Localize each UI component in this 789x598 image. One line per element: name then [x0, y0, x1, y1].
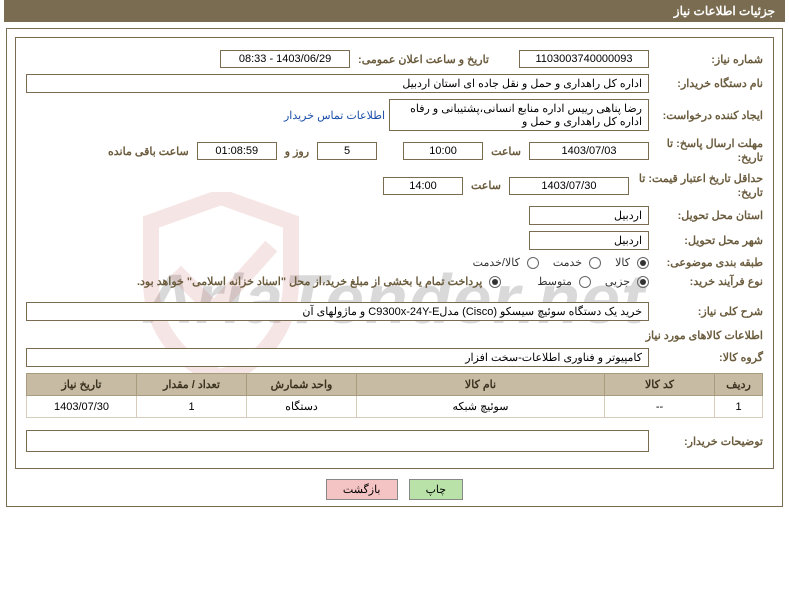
- section-items-info: اطلاعات کالاهای مورد نیاز: [26, 329, 763, 342]
- td-name: سوئیچ شبکه: [357, 396, 605, 418]
- label-buy-type: نوع فرآیند خرید:: [653, 275, 763, 288]
- radio-both[interactable]: [527, 257, 539, 269]
- th-need-date: تاریخ نیاز: [27, 374, 137, 396]
- field-city: اردبیل: [529, 231, 649, 250]
- field-province: اردبیل: [529, 206, 649, 225]
- label-time-1: ساعت: [487, 145, 525, 158]
- label-deadline-l1: مهلت ارسال پاسخ: تا: [659, 137, 763, 151]
- radio-label-medium: متوسط: [527, 275, 572, 288]
- field-desc: خرید یک دستگاه سوئیچ سیسکو (Cisco) مدلC9…: [26, 302, 649, 321]
- radio-label-service: خدمت: [543, 256, 582, 269]
- td-code: --: [605, 396, 715, 418]
- td-row: 1: [715, 396, 763, 418]
- field-remain-time: 01:08:59: [197, 142, 277, 160]
- radio-goods[interactable]: [637, 257, 649, 269]
- back-button[interactable]: بازگشت: [326, 479, 398, 500]
- link-buyer-contact[interactable]: اطلاعات تماس خریدار: [284, 109, 385, 122]
- radio-partial[interactable]: [637, 276, 649, 288]
- row-buyer-name: نام دستگاه خریدار: اداره کل راهداری و حم…: [26, 74, 763, 93]
- radio-medium[interactable]: [579, 276, 591, 288]
- row-need-no: شماره نیاز: 1103003740000093 تاریخ و ساع…: [26, 50, 763, 68]
- label-need-no: شماره نیاز:: [653, 53, 763, 66]
- label-desc: شرح کلی نیاز:: [653, 305, 763, 318]
- label-deadline-l2: تاریخ:: [659, 151, 763, 165]
- label-requester: ایجاد کننده درخواست:: [653, 109, 763, 122]
- radio-label-goods: کالا: [605, 256, 630, 269]
- label-validity: حداقل تاریخ اعتبار قیمت: تا تاریخ:: [633, 172, 763, 201]
- label-province: استان محل تحویل:: [653, 209, 763, 222]
- td-unit: دستگاه: [247, 396, 357, 418]
- checkbox-payment[interactable]: [489, 276, 501, 288]
- outer-border: شماره نیاز: 1103003740000093 تاریخ و ساع…: [6, 28, 783, 507]
- row-category: طبقه بندی موضوعی: کالا خدمت کالا/خدمت: [26, 256, 763, 269]
- label-buyer-notes: توضیحات خریدار:: [653, 435, 763, 448]
- radio-group-category: کالا خدمت کالا/خدمت: [463, 256, 649, 269]
- field-buyer-name: اداره کل راهداری و حمل و نقل جاده ای است…: [26, 74, 649, 93]
- row-buyer-notes: توضیحات خریدار:: [26, 430, 763, 452]
- th-name: نام کالا: [357, 374, 605, 396]
- row-buy-type: نوع فرآیند خرید: جزیی متوسط پرداخت تمام …: [26, 275, 763, 288]
- td-need-date: 1403/07/30: [27, 396, 137, 418]
- label-group: گروه کالا:: [653, 351, 763, 364]
- label-city: شهر محل تحویل:: [653, 234, 763, 247]
- radio-group-buy-type: جزیی متوسط: [527, 275, 649, 288]
- label-time-2: ساعت: [467, 179, 505, 192]
- row-requester: ایجاد کننده درخواست: رضا پناهی رییس ادار…: [26, 99, 763, 131]
- th-code: کد کالا: [605, 374, 715, 396]
- label-validity-l2: تاریخ:: [639, 186, 763, 200]
- field-deadline-date: 1403/07/03: [529, 142, 649, 160]
- details-panel: شماره نیاز: 1103003740000093 تاریخ و ساع…: [15, 37, 774, 469]
- field-group: کامپیوتر و فناوری اطلاعات-سخت افزار: [26, 348, 649, 367]
- label-deadline: مهلت ارسال پاسخ: تا تاریخ:: [653, 137, 763, 166]
- items-table: ردیف کد کالا نام کالا واحد شمارش تعداد /…: [26, 373, 763, 418]
- radio-service[interactable]: [589, 257, 601, 269]
- field-validity-time: 14:00: [383, 177, 463, 195]
- print-button[interactable]: چاپ: [409, 479, 464, 500]
- field-need-no: 1103003740000093: [519, 50, 649, 68]
- panel-header: جزئیات اطلاعات نیاز: [4, 0, 785, 22]
- button-row: چاپ بازگشت: [7, 479, 782, 500]
- field-requester: رضا پناهی رییس اداره منابع انسانی،پشتیبا…: [389, 99, 649, 131]
- row-deadline: مهلت ارسال پاسخ: تا تاریخ: 1403/07/03 سا…: [26, 137, 763, 166]
- label-days-and: روز و: [281, 145, 313, 158]
- field-remain-days: 5: [317, 142, 377, 160]
- label-remain: ساعت باقی مانده: [104, 145, 193, 158]
- field-buyer-notes: [26, 430, 649, 452]
- table-header-row: ردیف کد کالا نام کالا واحد شمارش تعداد /…: [27, 374, 763, 396]
- table-row: 1 -- سوئیچ شبکه دستگاه 1 1403/07/30: [27, 396, 763, 418]
- th-row: ردیف: [715, 374, 763, 396]
- row-province: استان محل تحویل: اردبیل: [26, 206, 763, 225]
- th-unit: واحد شمارش: [247, 374, 357, 396]
- label-category: طبقه بندی موضوعی:: [653, 256, 763, 269]
- row-desc: شرح کلی نیاز: خرید یک دستگاه سوئیچ سیسکو…: [26, 302, 763, 321]
- row-group: گروه کالا: کامپیوتر و فناوری اطلاعات-سخت…: [26, 348, 763, 367]
- label-buyer-name: نام دستگاه خریدار:: [653, 77, 763, 90]
- row-validity: حداقل تاریخ اعتبار قیمت: تا تاریخ: 1403/…: [26, 172, 763, 201]
- field-validity-date: 1403/07/30: [509, 177, 629, 195]
- label-validity-l1: حداقل تاریخ اعتبار قیمت: تا: [639, 172, 763, 186]
- field-announce-dt: 1403/06/29 - 08:33: [220, 50, 350, 68]
- payment-note: پرداخت تمام یا بخشی از مبلغ خرید،از محل …: [26, 275, 482, 288]
- radio-label-both: کالا/خدمت: [463, 256, 520, 269]
- row-city: شهر محل تحویل: اردبیل: [26, 231, 763, 250]
- radio-label-partial: جزیی: [595, 275, 630, 288]
- th-qty: تعداد / مقدار: [137, 374, 247, 396]
- label-announce-dt: تاریخ و ساعت اعلان عمومی:: [354, 53, 493, 66]
- field-deadline-time: 10:00: [403, 142, 483, 160]
- td-qty: 1: [137, 396, 247, 418]
